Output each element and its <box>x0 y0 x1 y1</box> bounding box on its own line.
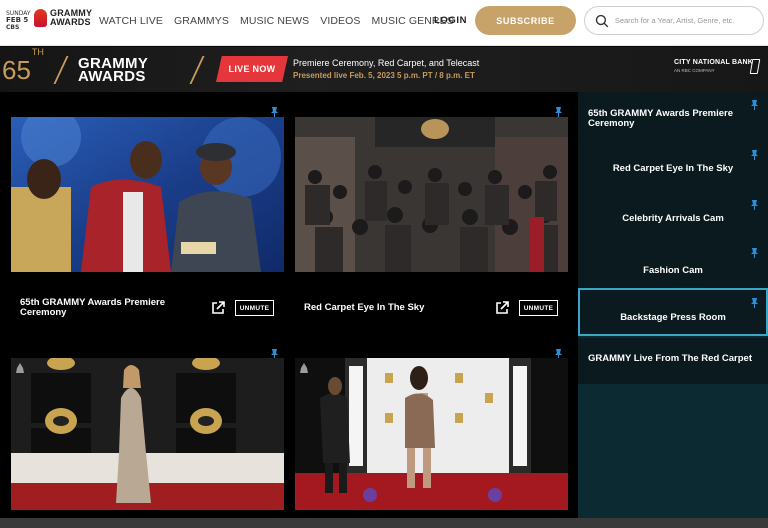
sponsor-tagline: AN RBC COMPANY <box>674 68 715 73</box>
stream-caption: Red Carpet Eye In The Sky <box>304 302 425 313</box>
sidebar-item-label: 65th GRAMMY Awards Premiere Ceremony <box>588 108 734 129</box>
search-input[interactable] <box>614 16 763 25</box>
edition-suffix: TH <box>31 47 44 58</box>
sidebar-item-label: Celebrity Arrivals Cam <box>622 213 724 224</box>
external-link-icon[interactable] <box>211 301 225 315</box>
badge-network: CBS <box>6 24 20 31</box>
search-icon <box>595 14 609 27</box>
video-player-fashion[interactable] <box>295 358 568 510</box>
nav-watch-live[interactable]: WATCH LIVE <box>99 15 163 27</box>
edition-number: 65TH <box>2 47 44 86</box>
login-link[interactable]: LOGIN <box>434 15 467 26</box>
logo-line-2: AWARDS <box>50 17 91 27</box>
video-frame-premiere <box>11 117 284 272</box>
video-player-premiere[interactable] <box>11 117 284 272</box>
video-player-arrivals[interactable] <box>11 358 284 510</box>
search-box[interactable] <box>584 6 764 35</box>
external-link-icon[interactable] <box>495 301 509 315</box>
video-frame-fashion <box>295 358 568 510</box>
logo-text: GRAMMY AWARDS <box>50 9 92 27</box>
gramophone-watermark-icon <box>300 363 308 373</box>
pin-icon[interactable] <box>554 107 563 117</box>
gramophone-icon <box>34 9 47 27</box>
sponsor-name: CITY NATIONAL BANK <box>674 59 754 66</box>
pin-icon[interactable] <box>750 100 759 110</box>
pin-icon[interactable] <box>750 200 759 210</box>
unmute-button[interactable]: UNMUTE <box>235 300 274 316</box>
nav-links: WATCH LIVE GRAMMYS MUSIC NEWS VIDEOS MUS… <box>99 15 465 27</box>
sidebar-item-label: Red Carpet Eye In The Sky <box>612 163 734 174</box>
sidebar-item-live-red-carpet[interactable]: GRAMMY Live From The Red Carpet <box>578 338 768 384</box>
video-frame-red-carpet <box>295 117 568 272</box>
video-frame-arrivals <box>11 358 284 510</box>
sponsor-logo[interactable]: CITY NATIONAL BANK AN RBC COMPANY <box>674 59 753 73</box>
stream-sidebar: 65th GRAMMY Awards Premiere Ceremony Red… <box>578 92 768 528</box>
top-nav: SUNDAY FEB 5 CBS GRAMMY AWARDS WATCH LIV… <box>0 0 768 46</box>
nav-music-news[interactable]: MUSIC NEWS <box>240 15 309 27</box>
banner-title-line-2: AWARDS <box>78 68 146 85</box>
sponsor-mark-icon <box>749 59 761 74</box>
live-now-badge: LIVE NOW <box>216 56 288 82</box>
grammy-logo[interactable]: GRAMMY AWARDS <box>34 9 92 27</box>
sidebar-item-eye-in-sky[interactable]: Red Carpet Eye In The Sky <box>578 144 768 194</box>
pin-icon[interactable] <box>270 107 279 117</box>
stream-grid: 65th GRAMMY Awards Premiere Ceremony UNM… <box>0 92 578 528</box>
video-player-red-carpet[interactable] <box>295 117 568 272</box>
event-title: Premiere Ceremony, Red Carpet, and Telec… <box>293 58 480 68</box>
divider-slash <box>189 56 205 84</box>
sidebar-item-label: GRAMMY Live From The Red Carpet <box>588 353 752 364</box>
badge-date: FEB 5 <box>6 16 29 24</box>
gramophone-watermark-icon <box>16 363 24 373</box>
sidebar-item-label: Fashion Cam <box>643 265 703 276</box>
pin-icon[interactable] <box>750 298 759 308</box>
cbs-date-badge: SUNDAY FEB 5 CBS <box>6 10 31 32</box>
divider-slash <box>53 56 69 84</box>
bottom-strip <box>0 518 768 528</box>
pin-icon[interactable] <box>750 248 759 258</box>
pin-icon[interactable] <box>750 150 759 160</box>
edition-number-value: 65 <box>2 55 31 85</box>
sidebar-item-arrivals[interactable]: Celebrity Arrivals Cam <box>578 194 768 244</box>
subscribe-button[interactable]: SUBSCRIBE <box>475 6 576 35</box>
live-banner: 65TH GRAMMY AWARDS LIVE NOW Premiere Cer… <box>0 47 768 92</box>
banner-title: GRAMMY AWARDS <box>78 56 148 85</box>
stream-caption: 65th GRAMMY Awards Premiere Ceremony <box>20 297 166 318</box>
event-subtitle: Presented live Feb. 5, 2023 5 p.m. PT / … <box>293 71 475 80</box>
nav-grammys[interactable]: GRAMMYS <box>174 15 229 27</box>
unmute-button[interactable]: UNMUTE <box>519 300 558 316</box>
sidebar-item-fashion[interactable]: Fashion Cam <box>578 244 768 290</box>
nav-videos[interactable]: VIDEOS <box>320 15 360 27</box>
sidebar-item-label: Backstage Press Room <box>620 312 726 323</box>
sidebar-item-press-room[interactable]: Backstage Press Room <box>578 288 768 336</box>
sidebar-item-premiere[interactable]: 65th GRAMMY Awards Premiere Ceremony <box>578 92 768 144</box>
